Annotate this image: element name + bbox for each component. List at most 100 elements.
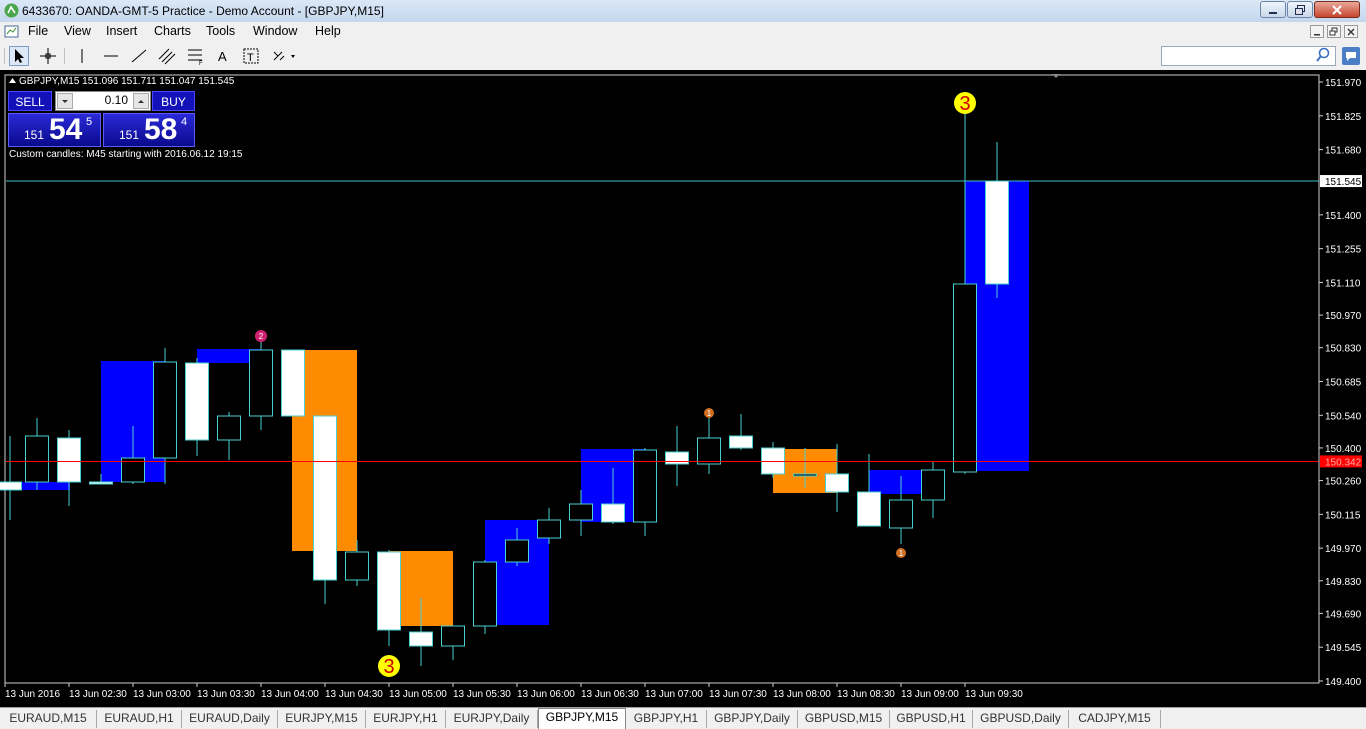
candle-body [729,435,753,449]
text-label-icon: T [243,48,259,64]
buy-button[interactable]: BUY [152,91,195,111]
menu-view[interactable]: View [64,24,91,38]
text-label-button[interactable]: T [241,46,261,66]
bid-price-pips: 54 [49,113,83,146]
vertical-line-icon [81,49,83,63]
menu-window[interactable]: Window [253,24,297,38]
symbol-tabs-bar: EURAUD,M15 EURAUD,H1 EURAUD,Daily EURJPY… [0,707,1366,729]
toolbar-separator [64,48,65,64]
signal-marker-label: 1 [707,409,712,418]
ask-price-fraction: 4 [181,116,188,128]
tab-euraud-h1[interactable]: EURAUD,H1 [97,710,182,728]
candle-body [57,437,81,483]
child-minimize-button[interactable] [1310,25,1324,38]
child-close-button[interactable] [1344,25,1358,38]
menu-help[interactable]: Help [315,24,341,38]
price-tick-label: 151.545 [1325,177,1362,188]
chart-window-icon[interactable] [4,24,20,40]
candle-body [377,551,401,631]
time-tick-label: 13 Jun 09:30 [965,689,1023,700]
menu-insert[interactable]: Insert [106,24,137,38]
text-icon: A [218,49,227,64]
channel-icon [158,48,176,65]
menu-file[interactable]: File [28,24,48,38]
tab-gbpusd-daily[interactable]: GBPUSD,Daily [973,710,1069,728]
arrows-icon [273,51,295,61]
price-tick-label: 149.970 [1325,544,1362,555]
chart-collapse-icon[interactable] [8,76,17,85]
price-tick-label: 150.260 [1325,477,1362,488]
time-tick-label: 13 Jun 02:30 [69,689,127,700]
lot-size-value[interactable]: 0.10 [76,93,128,107]
price-tick-label: 151.970 [1325,78,1362,89]
close-button[interactable] [1314,1,1360,18]
time-tick-label: 13 Jun 09:00 [901,689,959,700]
candle-body [153,361,177,459]
sell-button[interactable]: SELL [8,91,52,111]
tab-eurjpy-daily[interactable]: EURJPY,Daily [446,710,538,728]
minimize-icon [1314,34,1320,36]
ask-price-prefix: 151 [119,128,140,142]
toolbar: F A T [0,42,1366,71]
signal-marker-label: 2 [259,332,264,341]
minimize-button[interactable] [1260,1,1286,18]
candle-body [569,503,593,521]
bid-price-fraction: 5 [86,116,93,128]
tab-gbpjpy-h1[interactable]: GBPJPY,H1 [626,710,707,728]
maximize-button[interactable] [1287,1,1313,18]
time-tick-label: 13 Jun 05:30 [453,689,511,700]
search-input[interactable] [1161,46,1336,66]
close-icon [1347,28,1355,36]
candle-body [985,180,1009,285]
chart-canvas[interactable]: 3 3 2 1 1 151.970 151.825 151.680 151.545 151.40… [0,70,1366,704]
horizontal-line-button[interactable] [101,46,121,66]
cursor-arrow-button[interactable] [9,46,29,66]
bid-price-box[interactable]: 151 54 5 [8,113,101,147]
tab-gbpjpy-daily[interactable]: GBPJPY,Daily [707,710,798,728]
restore-icon [1295,4,1305,15]
child-restore-button[interactable] [1327,25,1341,38]
signal-marker: 2 [255,330,267,342]
title-bar: 6433670: OANDA-GMT-5 Practice - Demo Acc… [0,0,1366,23]
messages-icon[interactable] [1341,46,1361,66]
tab-gbpusd-h1[interactable]: GBPUSD,H1 [890,710,973,728]
tab-eurjpy-h1[interactable]: EURJPY,H1 [366,710,446,728]
chart-area[interactable]: 3 3 2 1 1 151.970 151.825 151.680 151.545 151.40… [0,70,1366,704]
ask-price-box[interactable]: 151 58 4 [103,113,195,147]
menu-charts[interactable]: Charts [154,24,191,38]
minimize-icon [1269,11,1277,14]
channel-button[interactable] [157,46,177,66]
candle-body [953,283,977,473]
candle-body [825,473,849,493]
candle-body [473,561,497,627]
tab-euraud-daily[interactable]: EURAUD,Daily [182,710,278,728]
tab-cadjpy-m15[interactable]: CADJPY,M15 [1069,710,1161,728]
close-icon [1332,4,1342,15]
tab-euraud-m15[interactable]: EURAUD,M15 [0,710,97,728]
fibonacci-button[interactable]: F [185,46,205,67]
window-title: 6433670: OANDA-GMT-5 Practice - Demo Acc… [22,4,384,18]
crosshair-button[interactable] [38,46,58,66]
price-tick-label: 150.540 [1325,411,1362,422]
lot-increase-button[interactable] [133,93,149,109]
vertical-line-button[interactable] [72,46,92,66]
candle-body [633,449,657,523]
price-tick-label: 149.830 [1325,577,1362,588]
lot-size-field[interactable]: 0.10 [55,91,151,111]
arrows-dropdown-button[interactable] [270,46,298,66]
trendline-button[interactable] [129,46,149,66]
tab-gbpjpy-m15[interactable]: GBPJPY,M15 [538,708,626,729]
search-icon[interactable] [1314,46,1332,64]
tab-gbpusd-m15[interactable]: GBPUSD,M15 [798,710,890,728]
menu-tools[interactable]: Tools [206,24,235,38]
lot-decrease-button[interactable] [57,93,73,109]
menu-bar: File View Insert Charts Tools Window Hel… [0,22,1366,42]
text-button[interactable]: A [213,46,233,66]
cursor-arrow-icon [15,49,24,63]
candle-body [25,435,49,483]
time-tick-label: 13 Jun 04:30 [325,689,383,700]
tab-eurjpy-m15[interactable]: EURJPY,M15 [278,710,366,728]
candle-body [537,519,561,539]
custom-candles-note: Custom candles: M45 starting with 2016.0… [9,149,243,160]
candle-body [217,415,241,441]
